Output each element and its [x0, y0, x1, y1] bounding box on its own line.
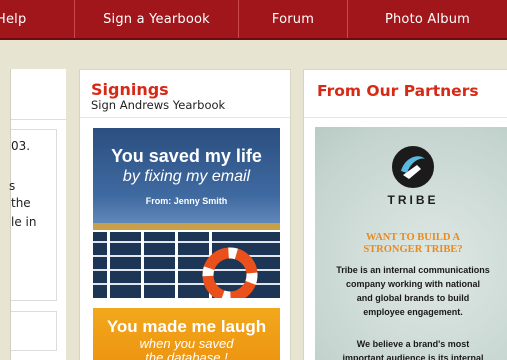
left-panel: 03. s the le in	[9, 69, 67, 360]
left-text-fragment: 03.	[11, 139, 31, 153]
partners-title: From Our Partners	[317, 82, 479, 100]
signings-title: Signings	[91, 80, 169, 99]
left-text-fragment: the	[11, 196, 31, 210]
partner-brand-name: TRIBE	[387, 193, 439, 207]
left-text-fragment: s	[9, 179, 16, 193]
signing-card-from: From: Jenny Smith	[145, 196, 228, 206]
nav-sign-yearbook[interactable]: Sign a Yearbook	[75, 0, 239, 38]
signing-card[interactable]: You made me laugh when you saved the dat…	[93, 308, 280, 360]
signing-card-subline: the database !	[145, 350, 228, 360]
partners-divider	[304, 117, 507, 118]
left-text-fragment: le in	[11, 215, 37, 229]
signings-divider	[80, 117, 290, 118]
ship-railing-life-ring-image	[93, 223, 280, 298]
nav-photo-album[interactable]: Photo Album	[348, 0, 507, 38]
signing-card-subline: by fixing my email	[122, 168, 251, 185]
left-content-box-2	[11, 311, 57, 351]
signing-card-headline: You made me laugh	[106, 317, 267, 336]
partner-ad[interactable]: TRIBE WANT TO BUILD A STRONGER TRIBE? Tr…	[315, 127, 507, 360]
left-panel-divider	[11, 119, 67, 120]
partners-panel: From Our Partners TRIBE WANT TO BUILD A …	[303, 69, 507, 360]
partner-body-text: Tribe is an internal communications comp…	[336, 265, 490, 317]
tribe-logo-icon	[392, 146, 434, 188]
nav-help[interactable]: Help	[0, 0, 75, 38]
signing-card-subline: when you saved	[139, 336, 234, 351]
signings-subtitle[interactable]: Sign Andrews Yearbook	[91, 98, 225, 112]
signing-card[interactable]: You saved my life by fixing my email Fro…	[93, 128, 280, 298]
nav-forum[interactable]: Forum	[239, 0, 348, 38]
nav-underline	[0, 38, 507, 40]
partner-headline: WANT TO BUILD A STRONGER TRIBE?	[363, 232, 463, 255]
top-nav: Help Sign a Yearbook Forum Photo Album	[0, 0, 507, 40]
signings-panel: Signings Sign Andrews Yearbook You saved…	[79, 69, 291, 360]
signing-card-headline: You saved my life	[111, 146, 262, 166]
partner-body-text: We believe a brand's most important audi…	[342, 339, 484, 360]
